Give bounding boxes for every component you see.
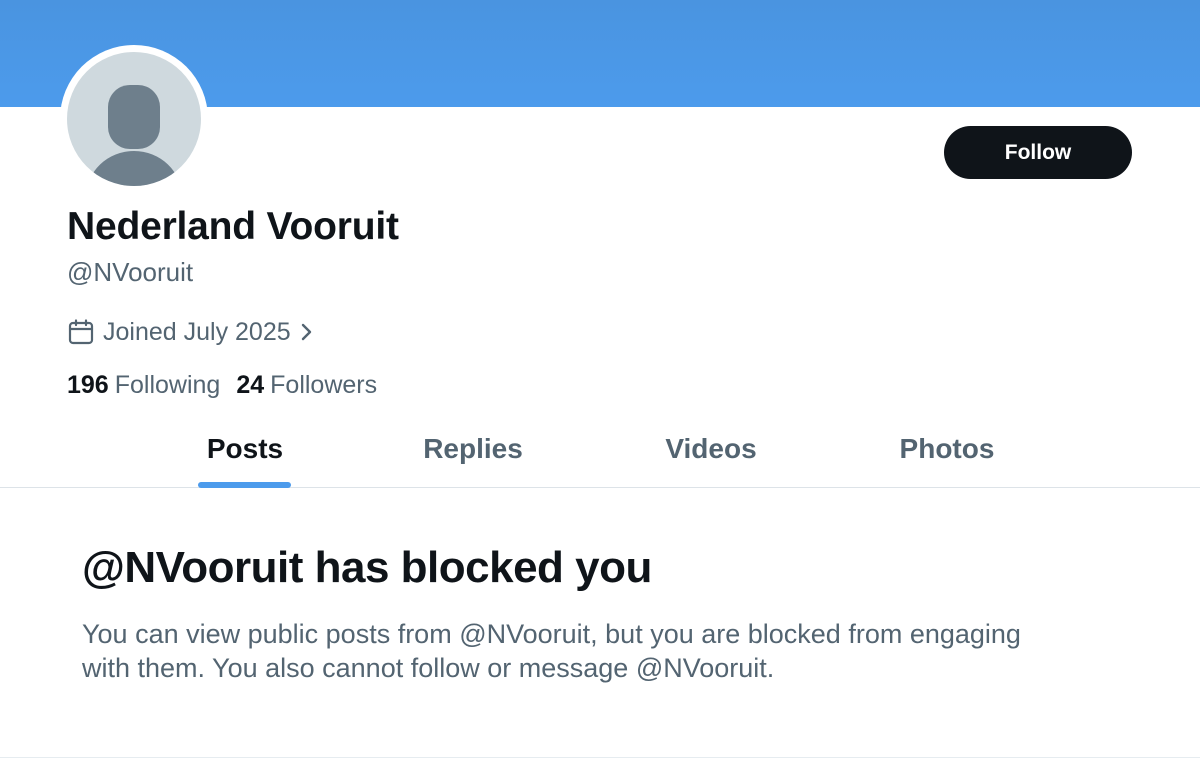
chevron-right-icon (299, 321, 315, 343)
blocked-message: You can view public posts from @NVooruit… (82, 619, 1021, 683)
tab-replies[interactable]: Replies (378, 410, 568, 488)
joined-date[interactable]: Joined July 2025 (67, 316, 315, 348)
followers-label: Followers (270, 370, 378, 399)
tab-photos[interactable]: Photos (852, 410, 1042, 488)
profile-handle: @NVooruit (67, 257, 194, 287)
followers-count: 24 (236, 370, 265, 399)
following-stat[interactable]: 196 Following (67, 371, 220, 400)
following-label: Following (114, 370, 221, 399)
joined-label: Joined July 2025 (103, 317, 291, 346)
followers-stat[interactable]: 24 Followers (236, 371, 377, 400)
tab-videos[interactable]: Videos (616, 410, 806, 488)
following-count: 196 (67, 370, 109, 399)
default-avatar-icon (67, 52, 201, 186)
tab-posts[interactable]: Posts (150, 410, 340, 488)
follow-stats: 196 Following 24 Followers (67, 369, 377, 401)
blocked-title: @NVooruit has blocked you (82, 543, 652, 592)
avatar[interactable] (60, 45, 208, 193)
profile-tabs: Posts Replies Videos Photos (0, 410, 1200, 488)
display-name: Nederland Vooruit (67, 205, 399, 248)
calendar-icon (67, 318, 95, 346)
active-tab-indicator (198, 482, 291, 488)
divider (0, 757, 1200, 758)
follow-button[interactable]: Follow (944, 126, 1132, 179)
